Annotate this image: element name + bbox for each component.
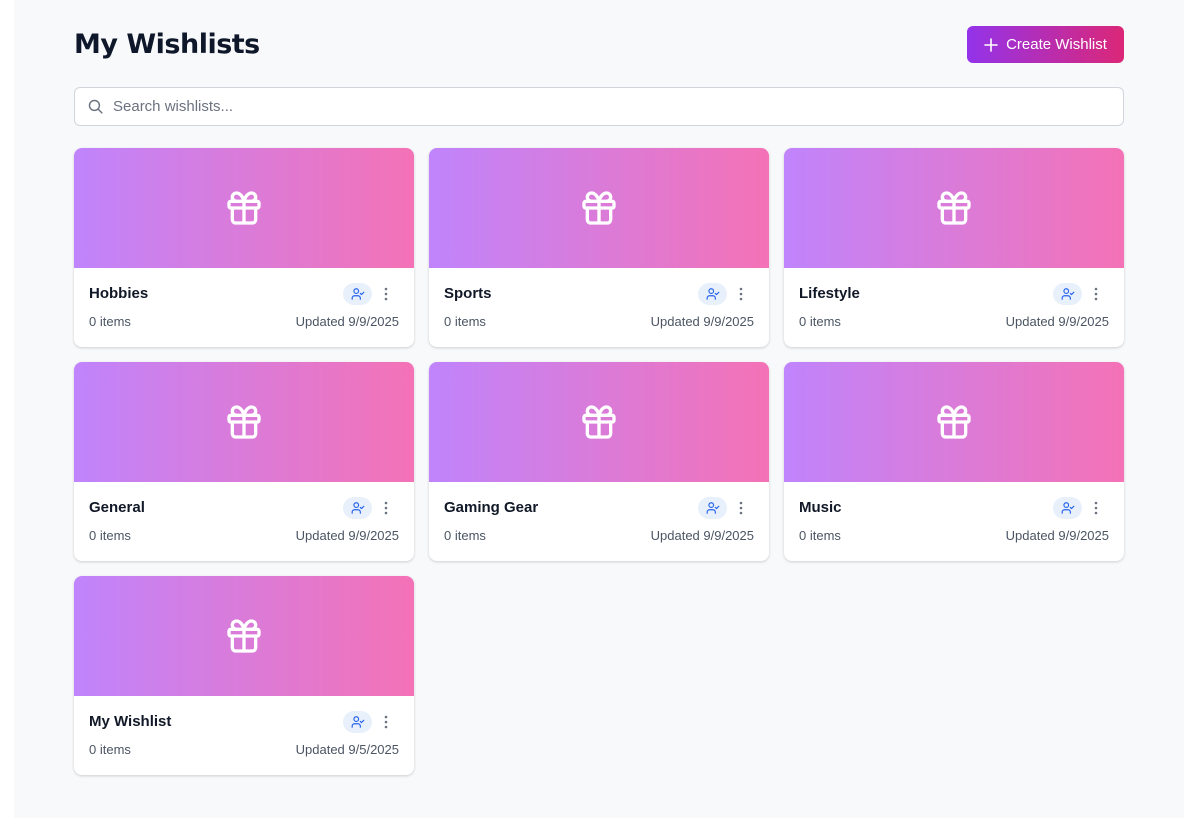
shared-badge[interactable]	[343, 497, 372, 519]
shared-badge[interactable]	[343, 711, 372, 733]
shared-badge[interactable]	[1053, 497, 1082, 519]
wishlist-banner	[429, 148, 769, 268]
gift-icon	[227, 191, 261, 225]
wishlist-name: Lifestyle	[799, 285, 860, 302]
wishlist-card[interactable]: Lifestyle 0 items Updated 9/9/2025	[784, 148, 1124, 347]
gift-icon	[582, 191, 616, 225]
search-bar	[74, 87, 1124, 126]
wishlist-name: Music	[799, 499, 842, 516]
user-check-icon	[351, 502, 364, 514]
more-options-button[interactable]	[734, 283, 748, 305]
more-vertical-icon	[1094, 501, 1098, 515]
wishlist-item-count: 0 items	[89, 742, 131, 757]
wishlist-card[interactable]: General 0 items Updated 9/9/2025	[74, 362, 414, 561]
wishlist-name: Hobbies	[89, 285, 149, 302]
wishlist-name: General	[89, 499, 145, 516]
user-check-icon	[1061, 502, 1074, 514]
more-vertical-icon	[739, 501, 743, 515]
wishlist-banner	[74, 148, 414, 268]
wishlist-card[interactable]: Hobbies 0 items Updated 9/9/2025	[74, 148, 414, 347]
wishlist-name: Sports	[444, 285, 492, 302]
create-wishlist-button[interactable]: Create Wishlist	[967, 26, 1124, 63]
page-header: My Wishlists Create Wishlist	[74, 26, 1124, 64]
more-vertical-icon	[1094, 287, 1098, 301]
wishlist-item-count: 0 items	[444, 314, 486, 329]
search-icon	[88, 99, 103, 114]
wishlist-updated: Updated 9/9/2025	[650, 528, 754, 543]
more-vertical-icon	[384, 715, 388, 729]
wishlist-name: My Wishlist	[89, 713, 172, 730]
more-options-button[interactable]	[379, 283, 393, 305]
wishlist-item-count: 0 items	[799, 314, 841, 329]
wishlist-card-body: Sports 0 items Updated 9/9/2025	[444, 268, 754, 347]
gift-icon	[227, 405, 261, 439]
create-wishlist-label: Create Wishlist	[1006, 36, 1107, 53]
wishlist-banner	[784, 362, 1124, 482]
shared-badge[interactable]	[698, 497, 727, 519]
shared-badge[interactable]	[343, 283, 372, 305]
more-options-button[interactable]	[1089, 283, 1103, 305]
wishlist-name: Gaming Gear	[444, 499, 539, 516]
more-options-button[interactable]	[1089, 497, 1103, 519]
wishlist-banner	[74, 576, 414, 696]
wishlist-updated: Updated 9/9/2025	[1005, 314, 1109, 329]
wishlist-card[interactable]: Sports 0 items Updated 9/9/2025	[429, 148, 769, 347]
wishlist-banner	[429, 362, 769, 482]
user-check-icon	[1061, 288, 1074, 300]
wishlist-item-count: 0 items	[799, 528, 841, 543]
shared-badge[interactable]	[698, 283, 727, 305]
more-options-button[interactable]	[734, 497, 748, 519]
wishlist-card-body: Hobbies 0 items Updated 9/9/2025	[89, 268, 399, 347]
wishlist-item-count: 0 items	[444, 528, 486, 543]
wishlist-grid: Hobbies 0 items Updated 9/9/2025 Sports …	[74, 148, 1124, 775]
search-input[interactable]	[113, 88, 1103, 125]
gift-icon	[227, 619, 261, 653]
shared-badge[interactable]	[1053, 283, 1082, 305]
wishlist-card-body: Music 0 items Updated 9/9/2025	[799, 482, 1109, 561]
wishlist-card[interactable]: Music 0 items Updated 9/9/2025	[784, 362, 1124, 561]
user-check-icon	[351, 288, 364, 300]
gift-icon	[937, 405, 971, 439]
user-check-icon	[706, 502, 719, 514]
wishlist-updated: Updated 9/9/2025	[295, 528, 399, 543]
wishlist-card-body: My Wishlist 0 items Updated 9/5/2025	[89, 696, 399, 775]
wishlist-banner	[784, 148, 1124, 268]
wishlist-item-count: 0 items	[89, 528, 131, 543]
page: My Wishlists Create Wishlist Hobbies	[14, 0, 1184, 818]
wishlist-card-body: General 0 items Updated 9/9/2025	[89, 482, 399, 561]
wishlist-item-count: 0 items	[89, 314, 131, 329]
gift-icon	[582, 405, 616, 439]
more-vertical-icon	[384, 501, 388, 515]
wishlist-card-body: Gaming Gear 0 items Updated 9/9/2025	[444, 482, 754, 561]
page-title: My Wishlists	[74, 29, 260, 60]
more-vertical-icon	[384, 287, 388, 301]
wishlist-updated: Updated 9/9/2025	[1005, 528, 1109, 543]
wishlist-updated: Updated 9/5/2025	[295, 742, 399, 757]
wishlist-card-body: Lifestyle 0 items Updated 9/9/2025	[799, 268, 1109, 347]
wishlist-banner	[74, 362, 414, 482]
plus-icon	[984, 37, 998, 52]
more-options-button[interactable]	[379, 711, 393, 733]
more-options-button[interactable]	[379, 497, 393, 519]
user-check-icon	[706, 288, 719, 300]
wishlist-card[interactable]: My Wishlist 0 items Updated 9/5/2025	[74, 576, 414, 775]
user-check-icon	[351, 716, 364, 728]
gift-icon	[937, 191, 971, 225]
wishlist-updated: Updated 9/9/2025	[295, 314, 399, 329]
wishlist-card[interactable]: Gaming Gear 0 items Updated 9/9/2025	[429, 362, 769, 561]
wishlist-updated: Updated 9/9/2025	[650, 314, 754, 329]
more-vertical-icon	[739, 287, 743, 301]
